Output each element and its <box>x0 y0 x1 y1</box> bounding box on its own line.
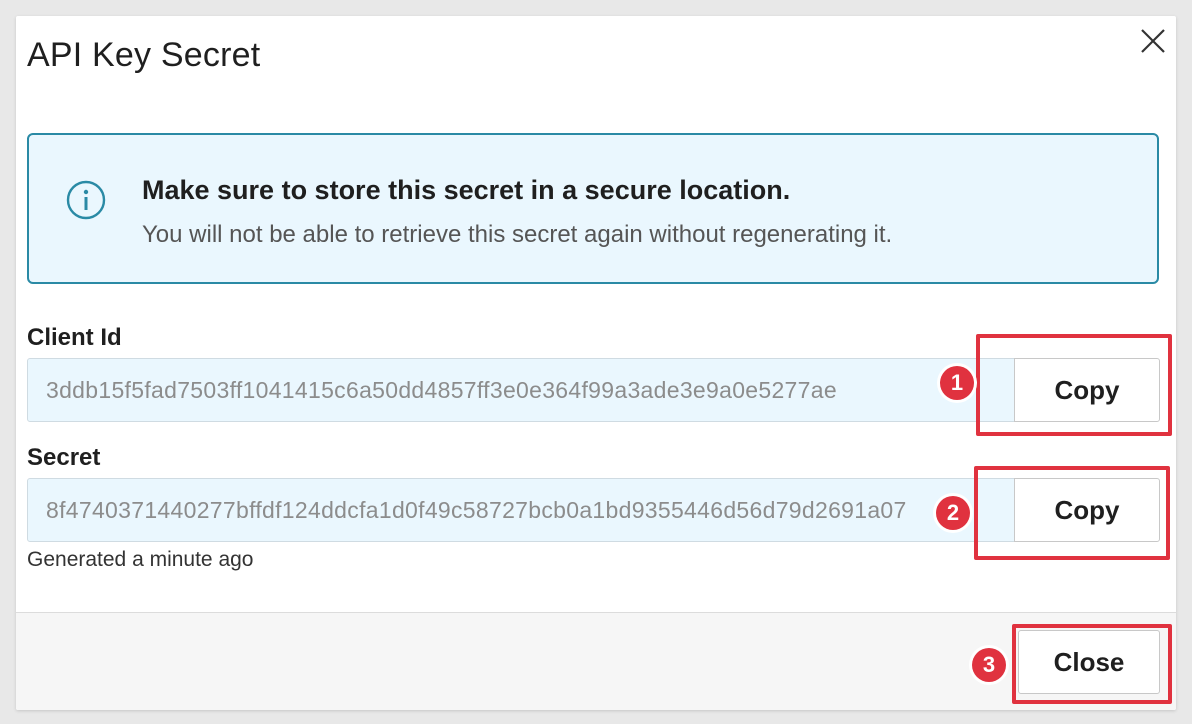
dialog-title: API Key Secret <box>27 36 261 74</box>
copy-client-id-button[interactable]: Copy <box>1014 358 1160 422</box>
close-icon[interactable] <box>1138 26 1168 56</box>
api-key-secret-dialog: API Key Secret Make sure to store this s… <box>16 16 1176 710</box>
generated-timestamp: Generated a minute ago <box>27 548 254 571</box>
copy-secret-button[interactable]: Copy <box>1014 478 1160 542</box>
step-badge-2: 2 <box>936 496 970 530</box>
info-icon <box>65 179 107 221</box>
secret-field[interactable] <box>27 478 1015 542</box>
close-button[interactable]: Close <box>1018 630 1160 694</box>
callout-body: You will not be able to retrieve this se… <box>142 221 893 248</box>
info-callout: Make sure to store this secret in a secu… <box>27 133 1159 284</box>
client-id-field[interactable] <box>27 358 1015 422</box>
step-badge-3: 3 <box>972 648 1006 682</box>
step-badge-1: 1 <box>940 366 974 400</box>
callout-heading: Make sure to store this secret in a secu… <box>142 175 791 205</box>
secret-label: Secret <box>27 444 101 471</box>
client-id-label: Client Id <box>27 324 122 351</box>
